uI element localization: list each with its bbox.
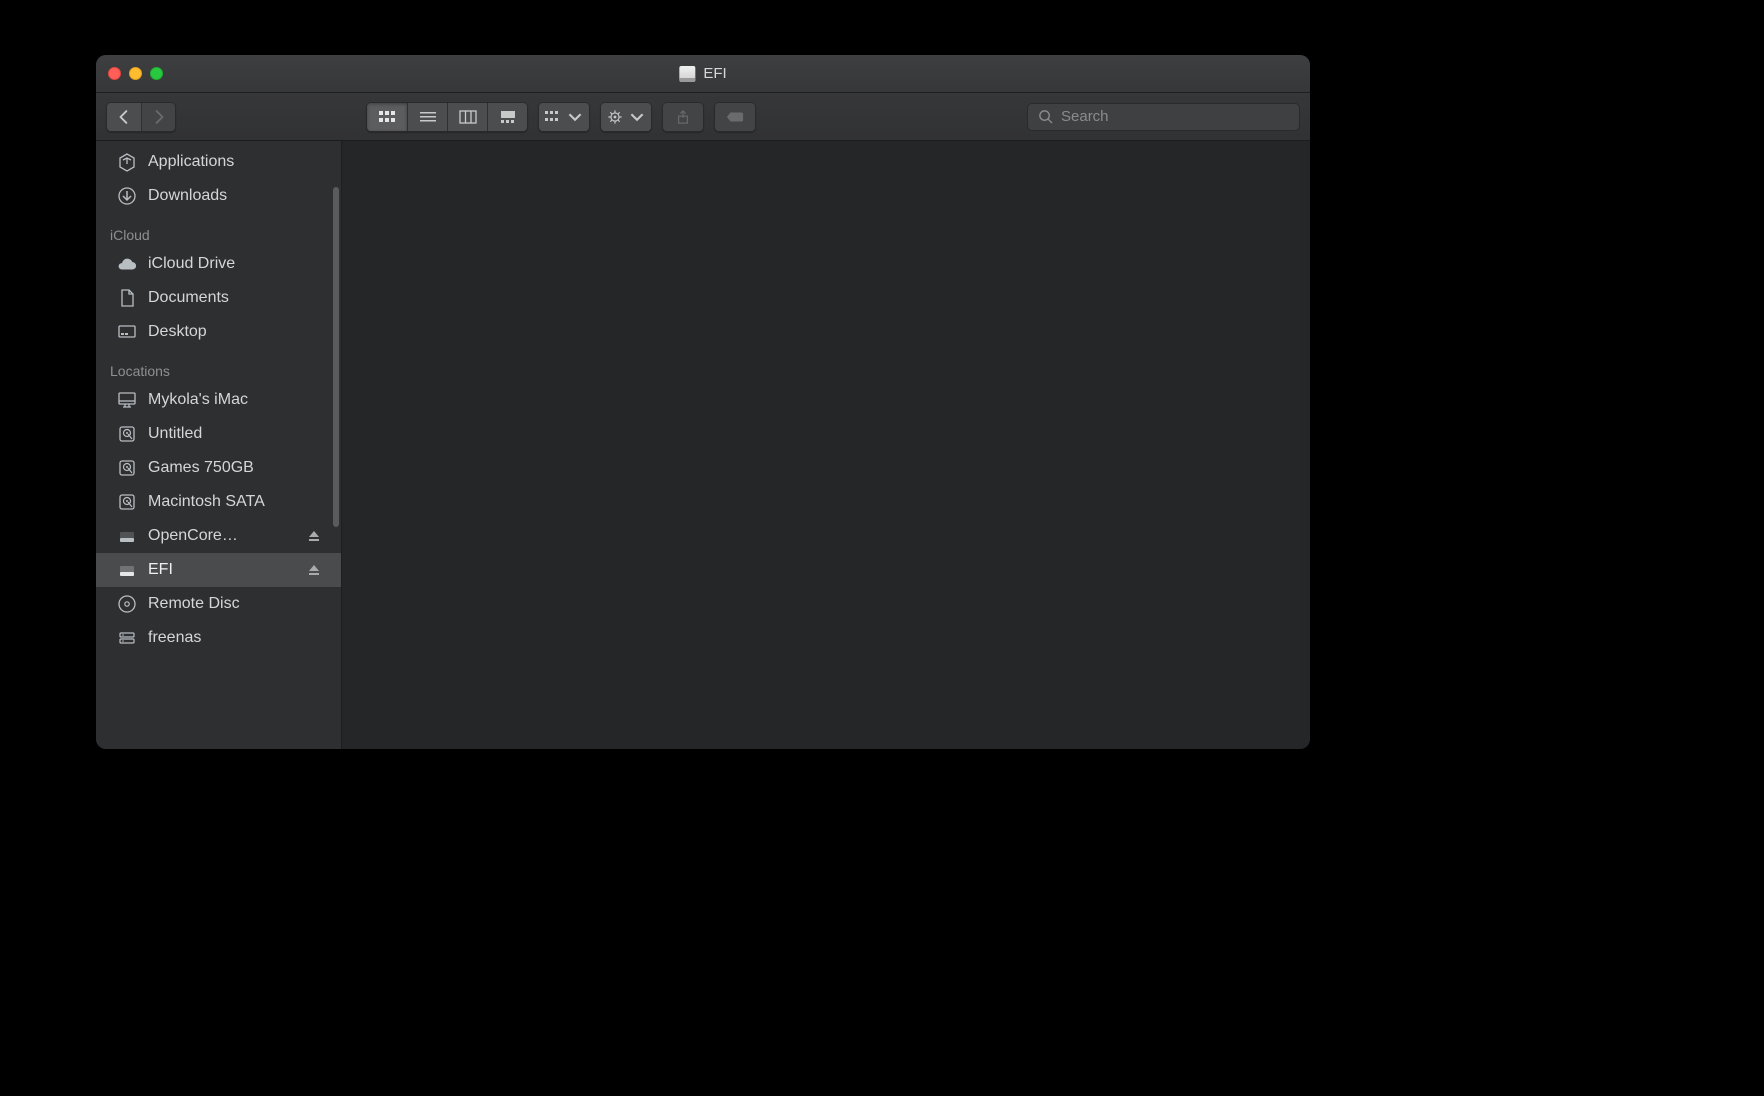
sidebar[interactable]: Applications Downloads iCloud iCloud Dri… [96,141,342,749]
sidebar-item-applications[interactable]: Applications [96,145,341,179]
sidebar-item-label: Games 750GB [148,459,327,477]
sidebar-item-downloads[interactable]: Downloads [96,179,341,213]
downloads-icon [116,185,138,207]
scrollbar-thumb[interactable] [333,187,339,527]
window-title-text: EFI [703,65,726,82]
sidebar-item-label: EFI [148,561,297,579]
hdd-icon [116,423,138,445]
sidebar-item-label: freenas [148,629,327,647]
cloud-icon [116,253,138,275]
view-buttons [366,102,528,132]
sidebar-item-label: Documents [148,289,327,307]
action-button[interactable] [601,103,651,131]
search-field[interactable] [1027,103,1300,131]
search-icon [1038,109,1053,124]
back-button[interactable] [107,103,141,131]
group-by-button[interactable] [539,103,589,131]
sidebar-item-label: Applications [148,153,327,171]
sidebar-item-desktop[interactable]: Desktop [96,315,341,349]
search-input[interactable] [1061,108,1289,125]
documents-icon [116,287,138,309]
eject-button[interactable] [307,563,321,577]
finder-window: EFI [96,55,1310,749]
file-content-area[interactable] [342,141,1310,749]
sidebar-item-imac[interactable]: Mykola's iMac [96,383,341,417]
toolbar [96,93,1310,141]
close-button[interactable] [108,67,121,80]
action-button-group [600,102,652,132]
tags-button-group [714,102,756,132]
gallery-view-button[interactable] [487,103,527,131]
window-title: EFI [679,65,726,82]
sidebar-item-macintosh-sata[interactable]: Macintosh SATA [96,485,341,519]
sidebar-item-label: Desktop [148,323,327,341]
sidebar-section-locations: Locations [96,349,341,383]
sidebar-item-remote-disc[interactable]: Remote Disc [96,587,341,621]
forward-button[interactable] [141,103,175,131]
sidebar-item-icloud-drive[interactable]: iCloud Drive [96,247,341,281]
sidebar-item-efi[interactable]: EFI [96,553,341,587]
desktop-icon [116,321,138,343]
sidebar-item-games[interactable]: Games 750GB [96,451,341,485]
group-button-group [538,102,590,132]
external-drive-icon [116,525,138,547]
icon-view-button[interactable] [367,103,407,131]
share-button[interactable] [663,103,703,131]
share-button-group [662,102,704,132]
sidebar-item-label: Downloads [148,187,327,205]
sidebar-item-documents[interactable]: Documents [96,281,341,315]
sidebar-item-label: Remote Disc [148,595,327,613]
volume-icon [679,66,695,82]
window-body: Applications Downloads iCloud iCloud Dri… [96,141,1310,749]
server-icon [116,627,138,649]
sidebar-item-label: iCloud Drive [148,255,327,273]
applications-icon [116,151,138,173]
traffic-lights [108,67,163,80]
imac-icon [116,389,138,411]
disc-icon [116,593,138,615]
sidebar-item-label: Untitled [148,425,327,443]
hdd-icon [116,491,138,513]
sidebar-item-opencore[interactable]: OpenCore… [96,519,341,553]
external-drive-icon [116,559,138,581]
maximize-button[interactable] [150,67,163,80]
minimize-button[interactable] [129,67,142,80]
nav-buttons [106,102,176,132]
titlebar: EFI [96,55,1310,93]
sidebar-section-icloud: iCloud [96,213,341,247]
edit-tags-button[interactable] [715,103,755,131]
sidebar-item-untitled[interactable]: Untitled [96,417,341,451]
eject-button[interactable] [307,529,321,543]
list-view-button[interactable] [407,103,447,131]
sidebar-item-label: Mykola's iMac [148,391,327,409]
sidebar-item-label: OpenCore… [148,527,297,545]
sidebar-item-label: Macintosh SATA [148,493,327,511]
column-view-button[interactable] [447,103,487,131]
hdd-icon [116,457,138,479]
sidebar-item-freenas[interactable]: freenas [96,621,341,655]
